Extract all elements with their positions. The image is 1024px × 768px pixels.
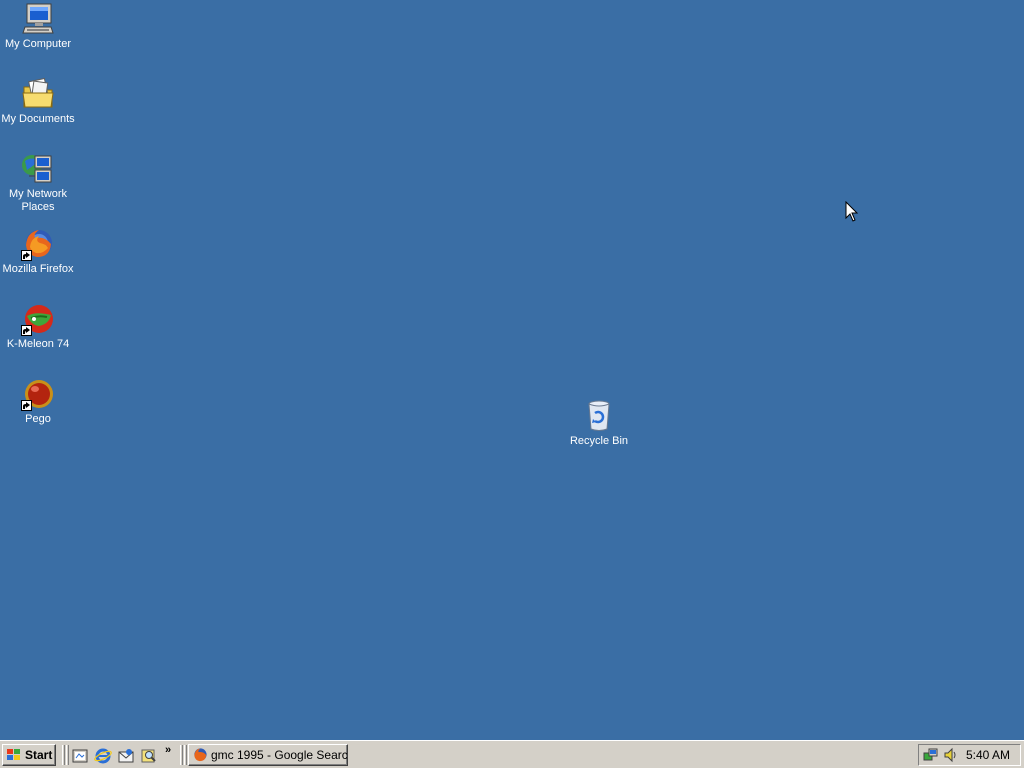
start-label: Start <box>25 748 53 762</box>
toolbar-grip[interactable] <box>180 745 183 765</box>
toolbar-grip[interactable] <box>66 745 69 765</box>
network-places-icon <box>21 152 55 186</box>
desktop-icon-my-documents[interactable]: My Documents <box>0 77 76 126</box>
desktop-icon-mozilla-firefox[interactable]: Mozilla Firefox <box>0 227 76 276</box>
desktop-icon-label: Pego <box>25 413 51 425</box>
desktop-icon-recycle-bin[interactable]: Recycle Bin <box>561 399 637 448</box>
windows-logo-icon <box>7 749 20 760</box>
my-documents-icon <box>21 77 55 111</box>
shortcut-arrow-icon <box>21 325 32 336</box>
quick-launch-more-button[interactable]: » <box>165 744 171 756</box>
firefox-icon <box>21 227 55 261</box>
desktop-icon-my-network-places[interactable]: My Network Places <box>0 152 76 214</box>
shortcut-arrow-icon <box>21 250 32 261</box>
start-button[interactable]: Start <box>2 744 56 766</box>
desktop: My Computer My Documents My Network Plac… <box>0 0 1024 740</box>
taskbar: Start » gmc 1995 - Google Searc 5:40 AM <box>0 740 1024 768</box>
desktop-icon-label: K-Meleon 74 <box>6 338 70 350</box>
search-icon[interactable] <box>140 747 158 765</box>
k-meleon-icon <box>21 302 55 336</box>
toolbar-grip[interactable] <box>62 745 65 765</box>
task-button-label: gmc 1995 - Google Search... <box>211 748 348 762</box>
system-tray: 5:40 AM <box>918 744 1021 766</box>
desktop-icon-label: Mozilla Firefox <box>2 263 74 275</box>
volume-icon[interactable] <box>943 747 959 763</box>
desktop-icon-k-meleon[interactable]: K-Meleon 74 <box>0 302 76 351</box>
desktop-icon-label: My Computer <box>4 38 72 50</box>
pego-icon <box>21 377 55 411</box>
desktop-icon-label: My Network Places <box>8 188 68 213</box>
desktop-icon-label: My Documents <box>1 113 75 125</box>
toolbar-grip[interactable] <box>184 745 187 765</box>
network-connection-icon[interactable] <box>923 747 939 763</box>
internet-explorer-icon[interactable] <box>94 747 112 765</box>
outlook-express-icon[interactable] <box>117 747 135 765</box>
desktop-icon-label: Recycle Bin <box>569 435 629 447</box>
mouse-cursor-icon <box>845 201 859 222</box>
clock[interactable]: 5:40 AM <box>966 748 1010 762</box>
desktop-icon-my-computer[interactable]: My Computer <box>0 2 76 51</box>
task-button-firefox[interactable]: gmc 1995 - Google Search... <box>188 744 348 766</box>
shortcut-arrow-icon <box>21 400 32 411</box>
desktop-icon-pego[interactable]: Pego <box>0 377 76 426</box>
firefox-icon <box>194 748 207 762</box>
show-desktop-icon[interactable] <box>71 747 89 765</box>
recycle-bin-icon <box>582 399 616 433</box>
my-computer-icon <box>21 2 55 36</box>
